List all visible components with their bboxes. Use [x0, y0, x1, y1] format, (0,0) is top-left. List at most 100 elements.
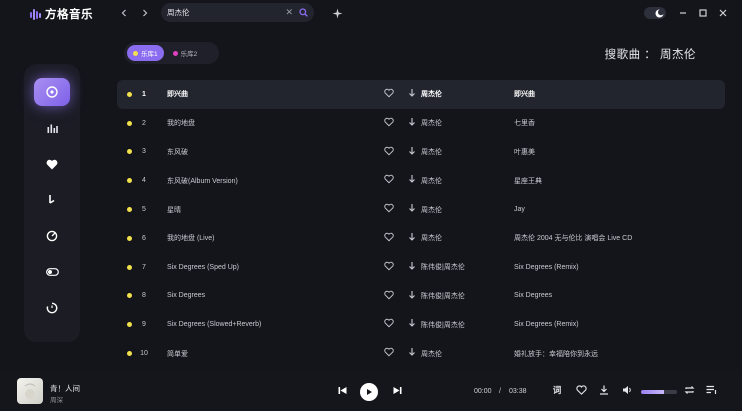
- album-cover[interactable]: [17, 378, 43, 404]
- chevron-right-icon: [143, 9, 148, 17]
- song-number: 6: [142, 234, 146, 242]
- song-title: Six Degrees: [167, 292, 206, 300]
- next-button[interactable]: [390, 383, 404, 397]
- song-row[interactable]: 7 Six Degrees (Sped Up) 陈伟俊|周杰伦 Six Degrees…: [117, 253, 725, 282]
- heart-outline-icon[interactable]: [384, 88, 394, 98]
- download-arrow-icon[interactable]: [407, 174, 417, 184]
- search-icon[interactable]: [299, 8, 308, 17]
- search-input[interactable]: [167, 8, 286, 17]
- song-artist: 周杰伦: [421, 177, 442, 185]
- song-list: 1 即兴曲 周杰伦 即兴曲 2 我的地盘 周杰伦 七里香 3 东风破 周杰伦 叶惠美 4 东风破(Albu…: [117, 80, 725, 368]
- volume-slider[interactable]: [641, 390, 677, 394]
- volume-button[interactable]: [620, 383, 634, 397]
- heart-outline-icon[interactable]: [384, 290, 394, 300]
- song-dot-icon: [127, 351, 132, 357]
- sidebar-item-toggle[interactable]: [34, 258, 70, 286]
- song-number: 3: [142, 148, 146, 156]
- theme-toggle[interactable]: [644, 7, 666, 19]
- song-dot-icon: [127, 91, 132, 97]
- close-window-button[interactable]: [716, 6, 730, 20]
- download-arrow-icon[interactable]: [407, 347, 417, 357]
- playlist-button[interactable]: [704, 383, 718, 397]
- back-button[interactable]: [117, 6, 131, 20]
- skip-previous-icon: [338, 386, 346, 394]
- tab-library-2[interactable]: 乐库2: [167, 45, 204, 61]
- heart-icon: [46, 159, 58, 169]
- lyrics-button[interactable]: 词: [550, 383, 564, 397]
- favorite-button[interactable]: [574, 383, 588, 397]
- song-album: Six Degrees (Remix): [514, 321, 579, 329]
- disc-icon: [46, 86, 58, 98]
- song-row[interactable]: 5 星晴 周杰伦 Jay: [117, 195, 725, 224]
- sidebar-item-timer[interactable]: [34, 294, 70, 322]
- play-button[interactable]: [360, 383, 378, 401]
- total-time: 03:38: [509, 388, 527, 395]
- minimize-button[interactable]: [676, 6, 690, 20]
- sidebar: [24, 64, 80, 342]
- download-arrow-icon[interactable]: [407, 318, 417, 328]
- download-arrow-icon[interactable]: [407, 232, 417, 242]
- song-artist: 陈伟俊|周杰伦: [421, 264, 465, 272]
- song-row[interactable]: 9 Six Degrees (Slowed+Reverb) 陈伟俊|周杰伦 Six D…: [117, 310, 725, 339]
- sidebar-item-charts[interactable]: [34, 114, 70, 142]
- song-number: 4: [142, 177, 146, 185]
- song-number: 9: [142, 321, 146, 329]
- song-number: 1: [142, 90, 146, 98]
- sidebar-item-music[interactable]: [34, 186, 70, 214]
- clear-search-button[interactable]: ✕: [285, 7, 293, 18]
- download-arrow-icon[interactable]: [407, 203, 417, 213]
- heart-outline-icon[interactable]: [384, 261, 394, 271]
- download-arrow-icon[interactable]: [407, 117, 417, 127]
- download-arrow-icon[interactable]: [407, 290, 417, 300]
- sidebar-item-favorites[interactable]: [34, 150, 70, 178]
- heart-outline-icon[interactable]: [384, 146, 394, 156]
- heart-outline-icon: [575, 385, 587, 395]
- song-number: 10: [140, 350, 148, 358]
- tab-library-1[interactable]: 乐库1: [127, 45, 164, 61]
- song-row[interactable]: 8 Six Degrees 陈伟俊|周杰伦 Six Degrees: [117, 282, 725, 311]
- song-artist: 周杰伦: [421, 91, 442, 99]
- heart-outline-icon[interactable]: [384, 318, 394, 328]
- download-arrow-icon[interactable]: [407, 261, 417, 271]
- bar-chart-icon: [47, 124, 58, 133]
- song-row[interactable]: 2 我的地盘 周杰伦 七里香: [117, 109, 725, 138]
- sidebar-item-disc[interactable]: [34, 78, 70, 106]
- heart-outline-icon[interactable]: [384, 174, 394, 184]
- song-dot-icon: [127, 235, 132, 241]
- download-arrow-icon[interactable]: [407, 88, 417, 98]
- song-dot-icon: [127, 322, 132, 328]
- heart-outline-icon[interactable]: [384, 347, 394, 357]
- maximize-button[interactable]: [696, 6, 710, 20]
- song-row[interactable]: 10 简单爱 周杰伦 婚礼放手：幸福陪你到永远: [117, 339, 725, 368]
- song-album: 即兴曲: [514, 91, 535, 99]
- volume-level: [641, 390, 665, 394]
- library-dot-icon: [133, 50, 138, 56]
- app-name: 方格音乐: [45, 9, 93, 21]
- song-row[interactable]: 3 东风破 周杰伦 叶惠美: [117, 138, 725, 167]
- song-number: 8: [142, 292, 146, 300]
- previous-button[interactable]: [335, 383, 349, 397]
- song-album: Six Degrees: [514, 292, 553, 300]
- repeat-button[interactable]: [682, 383, 696, 397]
- song-row[interactable]: 6 我的地盘 (Live) 周杰伦 周杰伦 2004 无与伦比 演唱会 Live CD: [117, 224, 725, 253]
- sidebar-item-dial[interactable]: [34, 222, 70, 250]
- playlist-icon: [706, 385, 716, 394]
- song-album: 叶惠美: [514, 148, 535, 156]
- song-album: Jay: [514, 206, 525, 214]
- song-row[interactable]: 4 东风破(Album Version) 周杰伦 星座王典: [117, 166, 725, 195]
- song-artist: 周杰伦: [421, 206, 442, 214]
- song-album: 婚礼放手：幸福陪你到永远: [514, 350, 598, 358]
- heart-outline-icon[interactable]: [384, 232, 394, 242]
- forward-button[interactable]: [138, 6, 152, 20]
- sparkle-icon: [332, 8, 342, 18]
- sparkle-button[interactable]: [330, 6, 344, 20]
- download-arrow-icon[interactable]: [407, 146, 417, 156]
- heart-outline-icon[interactable]: [384, 117, 394, 127]
- heart-outline-icon[interactable]: [384, 203, 394, 213]
- song-artist: 陈伟俊|周杰伦: [421, 292, 465, 300]
- song-dot-icon: [127, 207, 132, 213]
- song-dot-icon: [127, 149, 132, 155]
- song-row[interactable]: 1 即兴曲 周杰伦 即兴曲: [117, 80, 725, 109]
- download-button[interactable]: [597, 383, 611, 397]
- song-artist: 周杰伦: [421, 350, 442, 358]
